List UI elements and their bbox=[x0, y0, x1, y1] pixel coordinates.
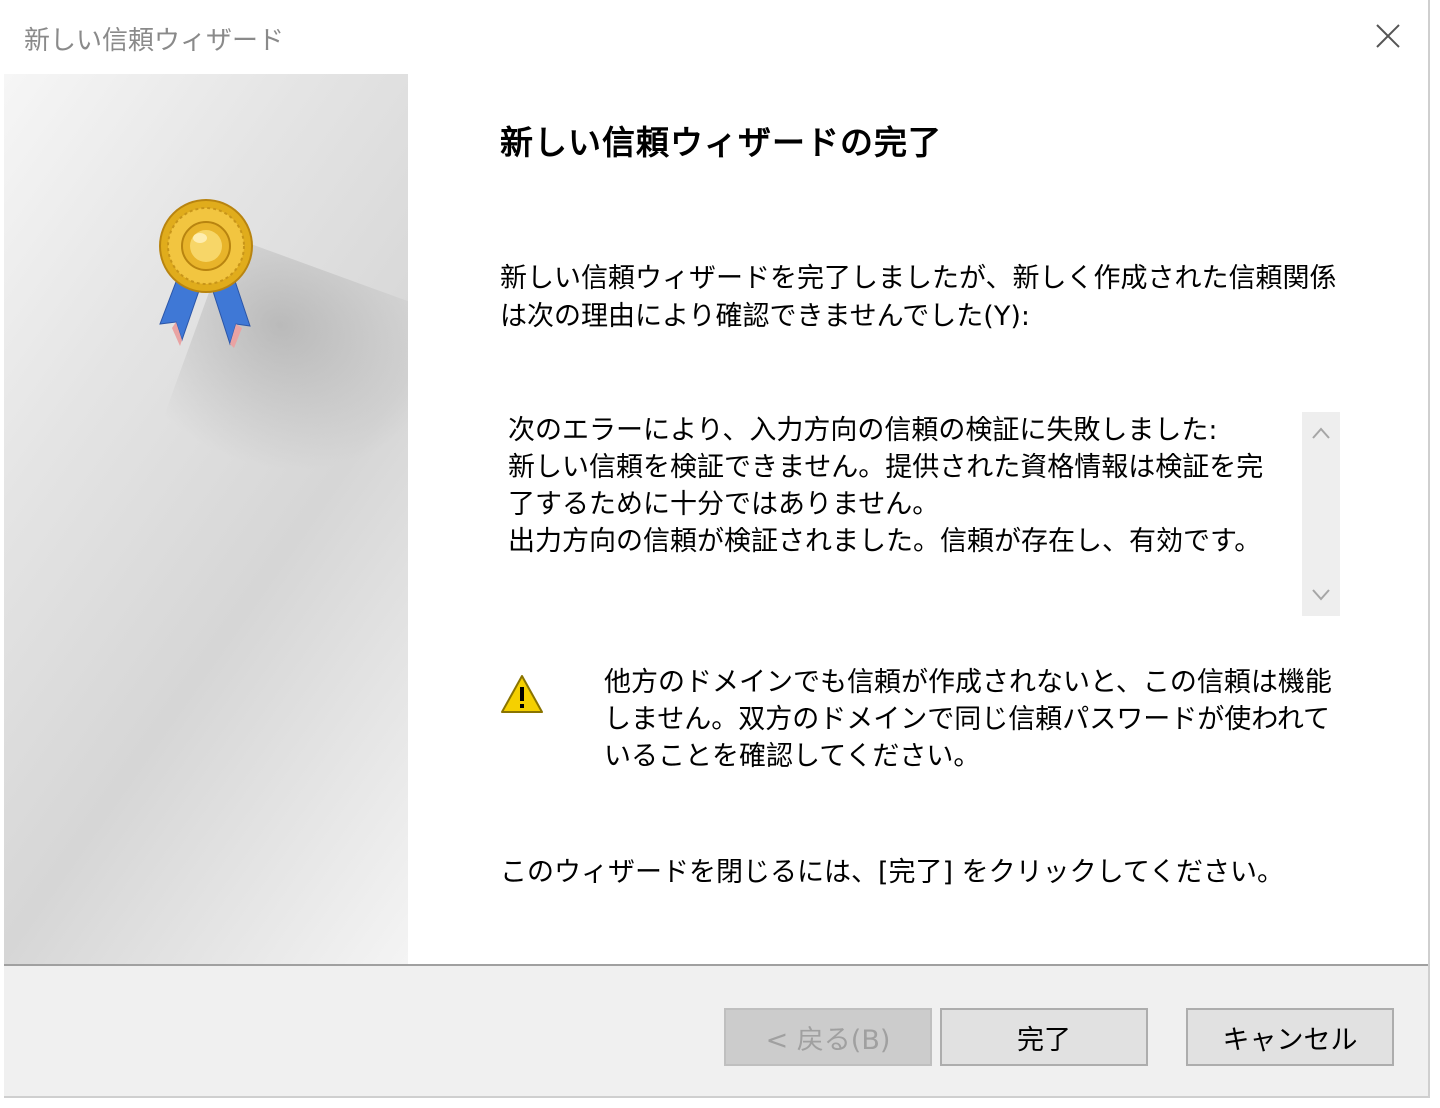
vertical-scrollbar[interactable] bbox=[1302, 412, 1340, 616]
certificate-medal-icon bbox=[159, 199, 253, 348]
error-details-text: 次のエラーにより、入力方向の信頼の検証に失敗しました: 新しい信頼を検証できませ… bbox=[508, 415, 1264, 557]
warning-icon bbox=[501, 675, 543, 713]
wizard-side-banner bbox=[4, 74, 408, 964]
close-button[interactable] bbox=[1366, 14, 1410, 58]
window-title: 新しい信頼ウィザード bbox=[24, 26, 285, 56]
wizard-window: 新しい信頼ウィザード 新しい信頼ウィザードの完了 新しい信頼ウィザードを完了しま… bbox=[4, 0, 1430, 1098]
back-button[interactable]: < 戻る(B) bbox=[724, 1008, 932, 1066]
scroll-up-button[interactable] bbox=[1302, 414, 1340, 452]
finish-button[interactable]: 完了 bbox=[940, 1008, 1148, 1066]
button-bar: < 戻る(B) 完了 キャンセル bbox=[4, 966, 1428, 1096]
page-title: 新しい信頼ウィザードの完了 bbox=[500, 123, 942, 162]
close-instruction: このウィザードを閉じるには、[完了] をクリックしてください。 bbox=[500, 857, 1285, 888]
intro-text: 新しい信頼ウィザードを完了しましたが、新しく作成された信頼関係は次の理由により確… bbox=[500, 263, 1337, 332]
error-details-box[interactable]: 次のエラーにより、入力方向の信頼の検証に失敗しました: 新しい信頼を検証できませ… bbox=[500, 410, 1340, 618]
title-bar: 新しい信頼ウィザード bbox=[4, 0, 1428, 74]
close-icon bbox=[1376, 24, 1400, 48]
chevron-down-icon bbox=[1312, 589, 1330, 601]
cancel-button[interactable]: キャンセル bbox=[1186, 1008, 1394, 1066]
wizard-content: 新しい信頼ウィザードの完了 新しい信頼ウィザードを完了しましたが、新しく作成され… bbox=[408, 74, 1428, 964]
chevron-up-icon bbox=[1312, 427, 1330, 439]
scroll-down-button[interactable] bbox=[1302, 576, 1340, 614]
warning-message: 他方のドメインでも信頼が作成されないと、この信頼は機能しません。双方のドメインで… bbox=[604, 667, 1332, 772]
